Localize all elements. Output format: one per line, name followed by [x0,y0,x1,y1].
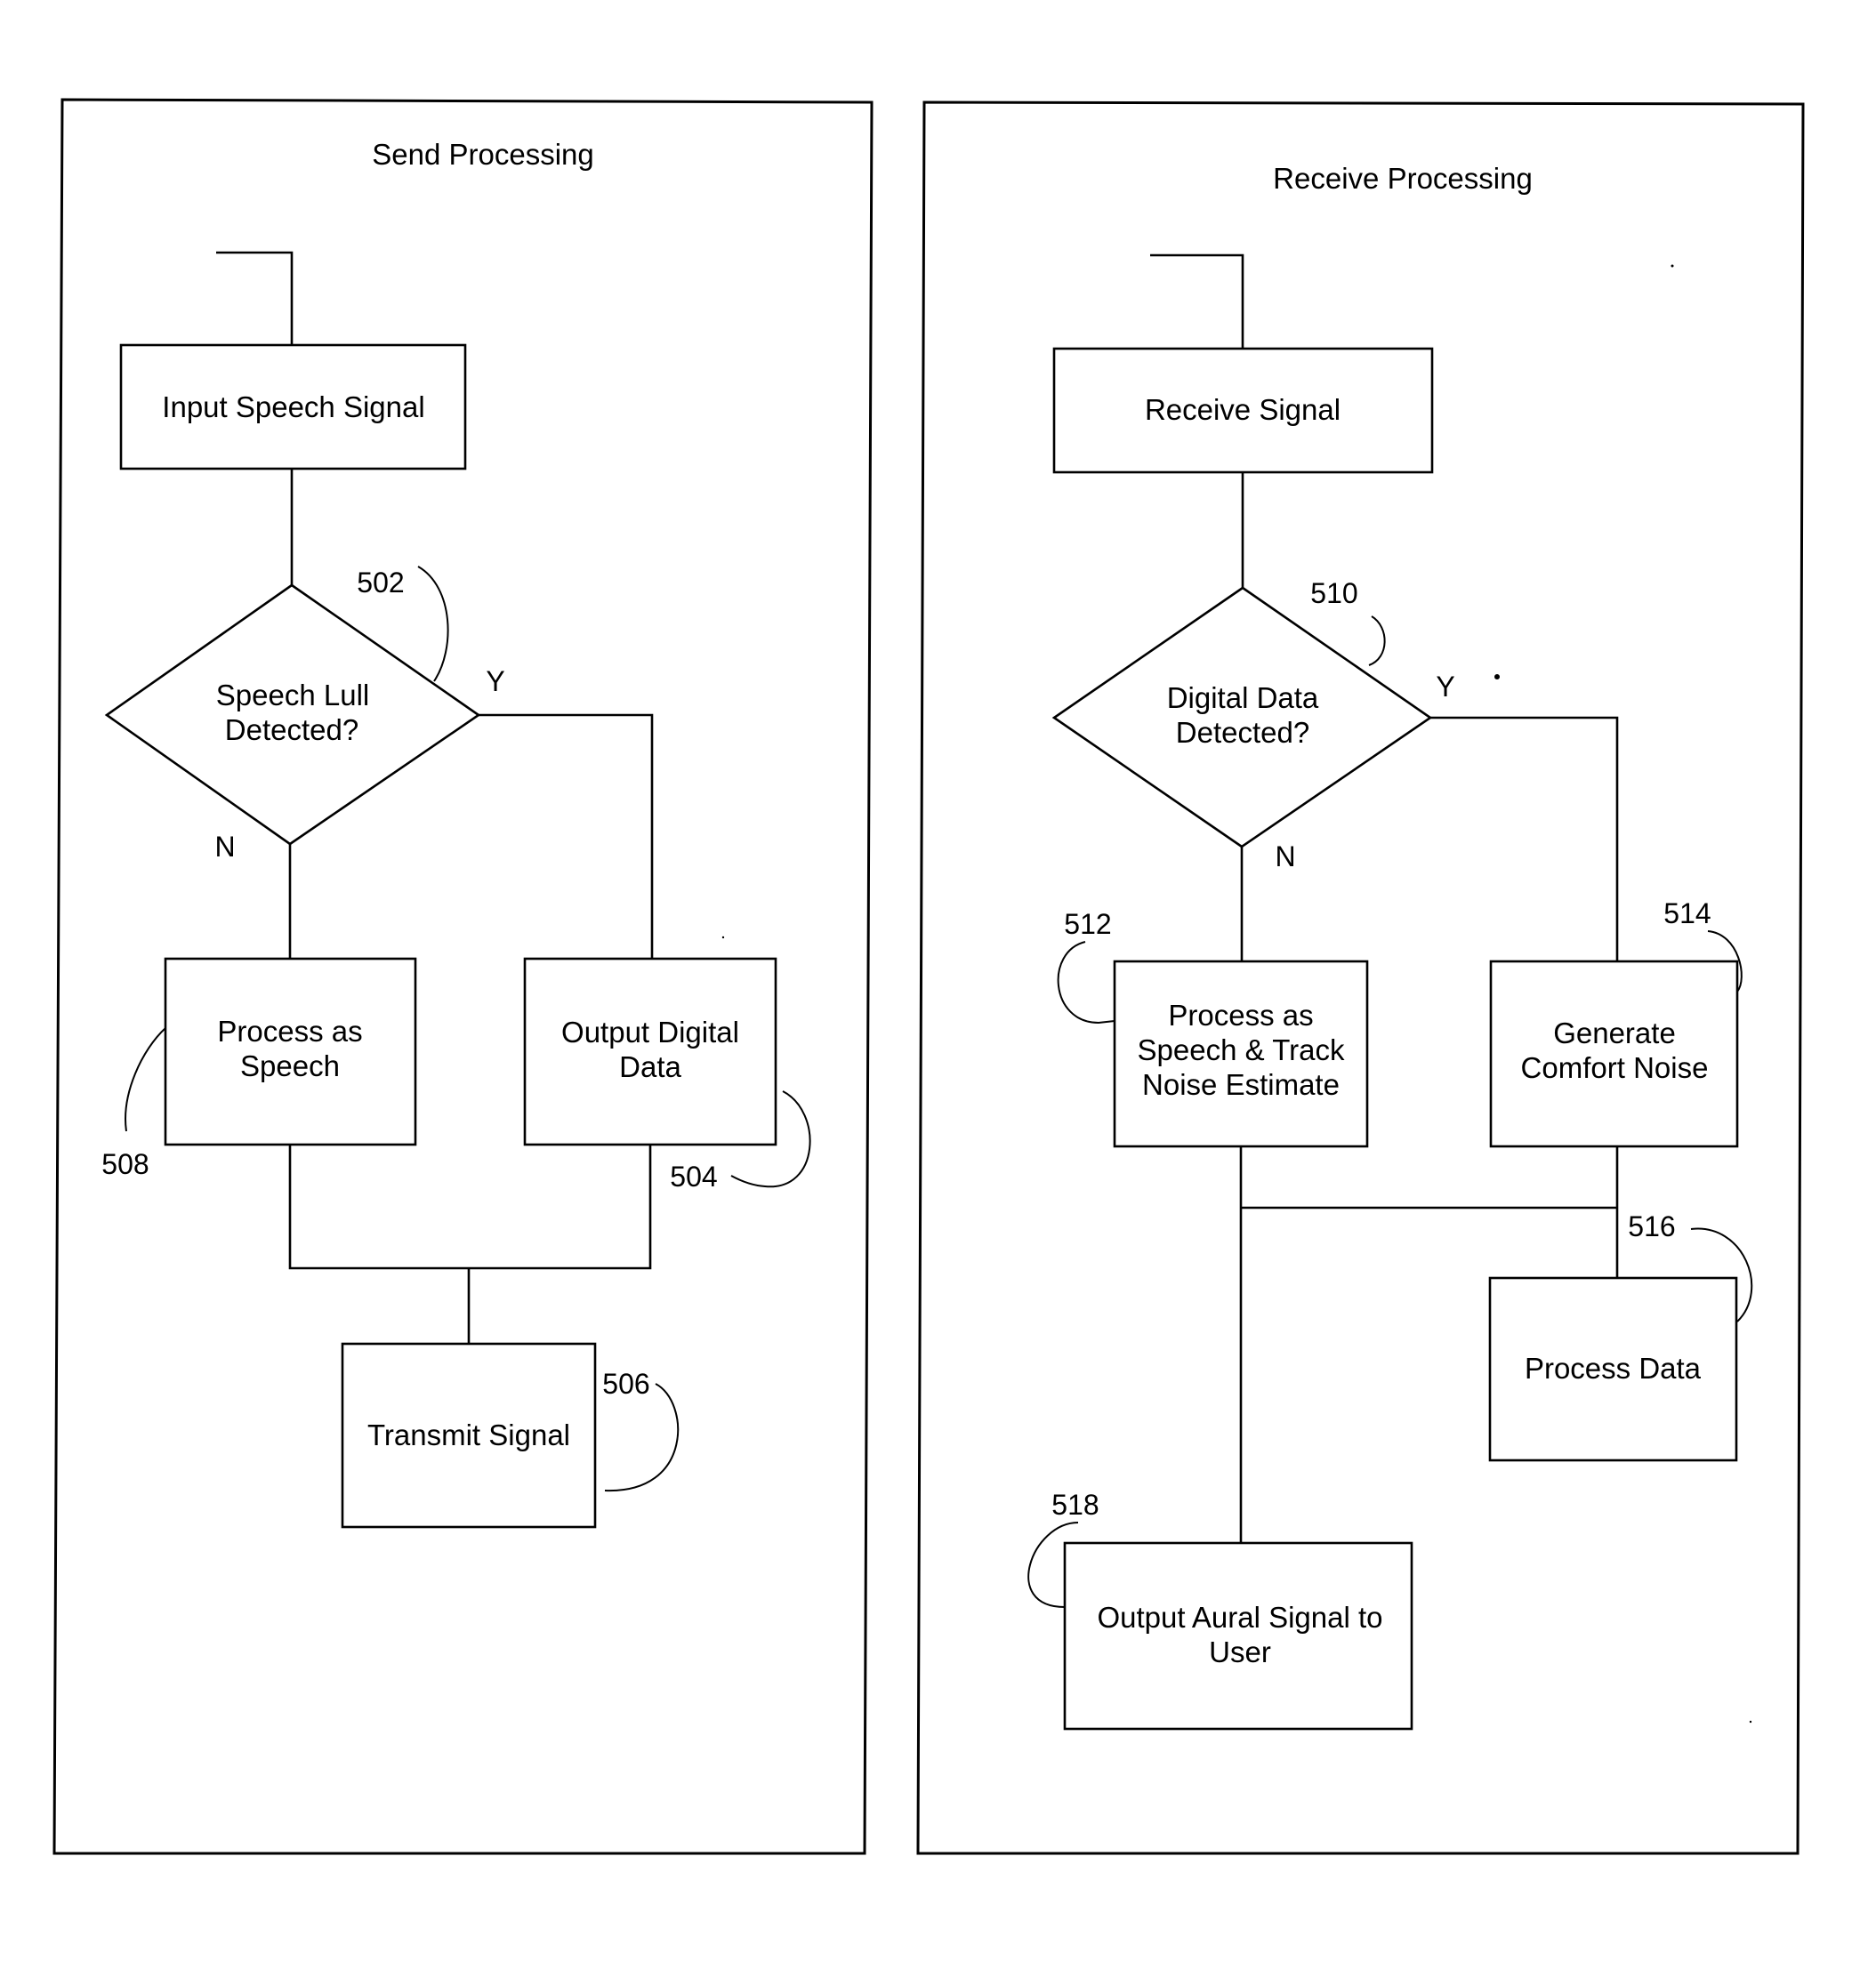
ref-512-leader [1057,941,1115,1025]
no-label: N [214,831,235,863]
ref-518: 518 [1051,1489,1099,1521]
process-as-speech-step: Process as Speech [164,957,417,1146]
comfort-noise-label-line1: Generate [1553,1017,1676,1049]
ref-510: 510 [1310,577,1357,609]
ref-508: 508 [101,1148,149,1180]
speck [1749,1720,1752,1724]
yes-connector [1430,716,1619,961]
speech-lull-decision: Speech Lull Detected? [104,583,481,846]
output-aural-label-line2: User [1209,1636,1271,1668]
input-speech-signal-label: Input Speech Signal [162,390,424,423]
output-digital-data-step: Output Digital Data [523,957,777,1146]
ref-516: 516 [1628,1210,1675,1242]
ref-502: 502 [357,567,404,599]
yes-label: Y [486,665,504,697]
process-speech-label-line1: Process as [1168,999,1313,1032]
process-speech-label-line2: Speech & Track [1138,1033,1345,1066]
ref-512: 512 [1064,908,1111,940]
transmit-signal-step: Transmit Signal [341,1342,597,1529]
decision-label-line1: Digital Data [1167,681,1319,714]
send-panel-title: Send Processing [372,138,593,171]
output-aural-label-line1: Output Aural Signal to [1097,1601,1382,1634]
digital-data-decision: Digital Data Detected? [1051,586,1433,848]
ref-506-leader [604,1383,680,1492]
receive-signal-label: Receive Signal [1145,393,1341,426]
generate-comfort-noise-step: Generate Comfort Noise [1489,960,1739,1148]
process-speech-label-line2: Speech [240,1049,340,1082]
process-data-label: Process Data [1525,1352,1702,1385]
output-aural-signal-step: Output Aural Signal to User [1063,1541,1413,1731]
send-entry-connector [216,251,294,345]
ref-502-leader [417,566,449,682]
input-speech-signal-step: Input Speech Signal [119,343,467,470]
process-speech-label-line3: Noise Estimate [1142,1068,1340,1101]
comfort-noise-label-line2: Comfort Noise [1521,1051,1709,1084]
ref-514: 514 [1663,897,1711,929]
process-speech-label-line1: Process as [217,1015,362,1048]
receive-signal-step: Receive Signal [1052,347,1434,474]
speck [721,936,725,939]
transmit-signal-label: Transmit Signal [367,1419,570,1451]
decision-label-line2: Detected? [1176,716,1309,749]
speck [1671,264,1674,268]
receive-entry-connector [1150,253,1244,349]
decision-label-line1: Speech Lull [216,679,369,711]
ref-506: 506 [602,1368,649,1400]
flowchart-diagram: Send Processing Input Speech Signal Spee… [52,98,1805,1855]
decision-label-line2: Detected? [225,713,358,746]
speck [1494,674,1500,679]
send-processing-panel: Send Processing Input Speech Signal Spee… [52,98,874,1855]
ref-504: 504 [670,1161,717,1193]
receive-panel-title: Receive Processing [1273,162,1533,195]
output-digital-label-line1: Output Digital [561,1016,739,1049]
merge-connector [288,1145,652,1270]
no-label: N [1275,840,1295,872]
yes-connector [479,713,654,959]
output-digital-label-line2: Data [619,1050,681,1083]
receive-processing-panel: Receive Processing Receive Signal Digita… [916,100,1805,1855]
process-data-step: Process Data [1488,1276,1738,1462]
yes-label: Y [1436,671,1454,703]
process-speech-track-noise-step: Process as Speech & Track Noise Estimate [1113,960,1369,1148]
ref-510-leader [1368,615,1386,666]
ref-508-leader [125,1027,166,1132]
